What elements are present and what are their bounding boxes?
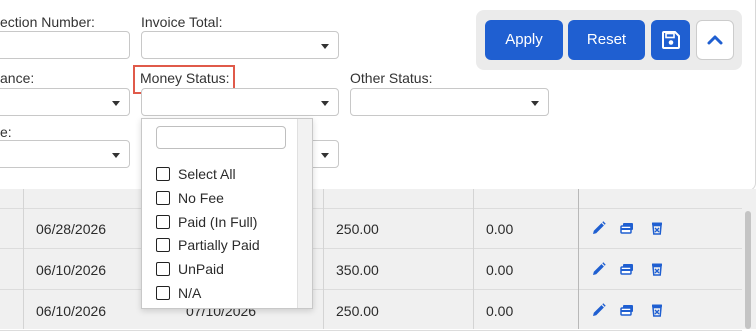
chevron-up-icon: [707, 35, 723, 45]
money-status-dropdown: Select All No Fee Paid (In Full) Partial…: [141, 118, 313, 309]
amount-cell: 350.00: [336, 262, 379, 278]
column-divider: [578, 189, 579, 329]
table-row[interactable]: 06/10/2026 350.00 0.00: [0, 249, 742, 290]
save-filter-button[interactable]: [651, 20, 690, 60]
edit-icon[interactable]: [592, 221, 606, 235]
balance-label: ance:: [0, 70, 35, 86]
edit-icon[interactable]: [592, 303, 606, 317]
chevron-down-icon: [321, 44, 329, 49]
chevron-down-icon: [321, 101, 329, 106]
checkbox[interactable]: [156, 191, 170, 205]
option-label: Partially Paid: [178, 237, 260, 253]
scrollbar-thumb[interactable]: [745, 211, 751, 329]
balance-cell: 0.00: [486, 303, 514, 319]
money-status-select[interactable]: [141, 88, 339, 116]
date-cell: 06/28/2026: [36, 221, 107, 237]
column-divider: [473, 189, 474, 329]
checkbox[interactable]: [156, 286, 170, 300]
payment-icon[interactable]: [620, 303, 634, 317]
amount-cell: 250.00: [336, 221, 379, 237]
type-select[interactable]: [0, 140, 130, 168]
column-divider: [23, 189, 24, 329]
apply-button[interactable]: Apply: [485, 20, 563, 60]
chevron-down-icon: [112, 101, 120, 106]
amount-cell: 250.00: [336, 303, 379, 319]
option-label: Paid (In Full): [178, 214, 258, 230]
delete-icon[interactable]: [650, 262, 664, 276]
balance-cell: 0.00: [486, 262, 514, 278]
other-status-select[interactable]: [350, 88, 549, 116]
row-actions: [592, 221, 672, 237]
collection-number-input[interactable]: [0, 31, 130, 59]
option-label: N/A: [178, 285, 202, 301]
checkbox[interactable]: [156, 167, 170, 181]
chevron-down-icon: [531, 101, 539, 106]
edit-icon[interactable]: [592, 262, 606, 276]
delete-icon[interactable]: [650, 221, 664, 235]
row-actions: [592, 303, 672, 319]
table-row[interactable]: 06/10/2026 07/10/2026 250.00 0.00: [0, 290, 742, 331]
dropdown-scrollbar[interactable]: [297, 119, 312, 308]
reset-button[interactable]: Reset: [568, 20, 645, 60]
invoice-total-label: Invoice Total:: [141, 14, 223, 30]
option-label: Select All: [178, 166, 236, 182]
date-cell: 06/10/2026: [36, 262, 107, 278]
collection-number-label: ection Number:: [0, 14, 95, 30]
other-status-label: Other Status:: [350, 70, 433, 86]
save-icon: [662, 31, 680, 49]
table-row[interactable]: 06/28/2026 250.00 0.00: [0, 208, 742, 249]
column-divider: [323, 189, 324, 329]
delete-icon[interactable]: [650, 303, 664, 317]
checkbox[interactable]: [156, 238, 170, 252]
date-cell: 06/10/2026: [36, 303, 107, 319]
filter-actions-bar: Apply Reset: [476, 10, 742, 70]
checkbox[interactable]: [156, 215, 170, 229]
table-scrollbar[interactable]: [742, 205, 752, 329]
collapse-button[interactable]: [696, 20, 734, 60]
checkbox[interactable]: [156, 262, 170, 276]
payment-icon[interactable]: [620, 221, 634, 235]
option-label: No Fee: [178, 190, 224, 206]
chevron-down-icon: [112, 153, 120, 158]
money-status-search-input[interactable]: [156, 126, 286, 149]
type-label: e:: [0, 124, 12, 140]
chevron-down-icon: [321, 153, 329, 158]
option-label: UnPaid: [178, 261, 224, 277]
balance-cell: 0.00: [486, 221, 514, 237]
payment-icon[interactable]: [620, 262, 634, 276]
balance-select[interactable]: [0, 88, 130, 116]
table-header-strip: [0, 189, 742, 209]
row-actions: [592, 262, 672, 278]
invoice-total-select[interactable]: [141, 31, 339, 59]
results-table: 06/28/2026 250.00 0.00 06/10/2026 350.00…: [0, 189, 756, 331]
